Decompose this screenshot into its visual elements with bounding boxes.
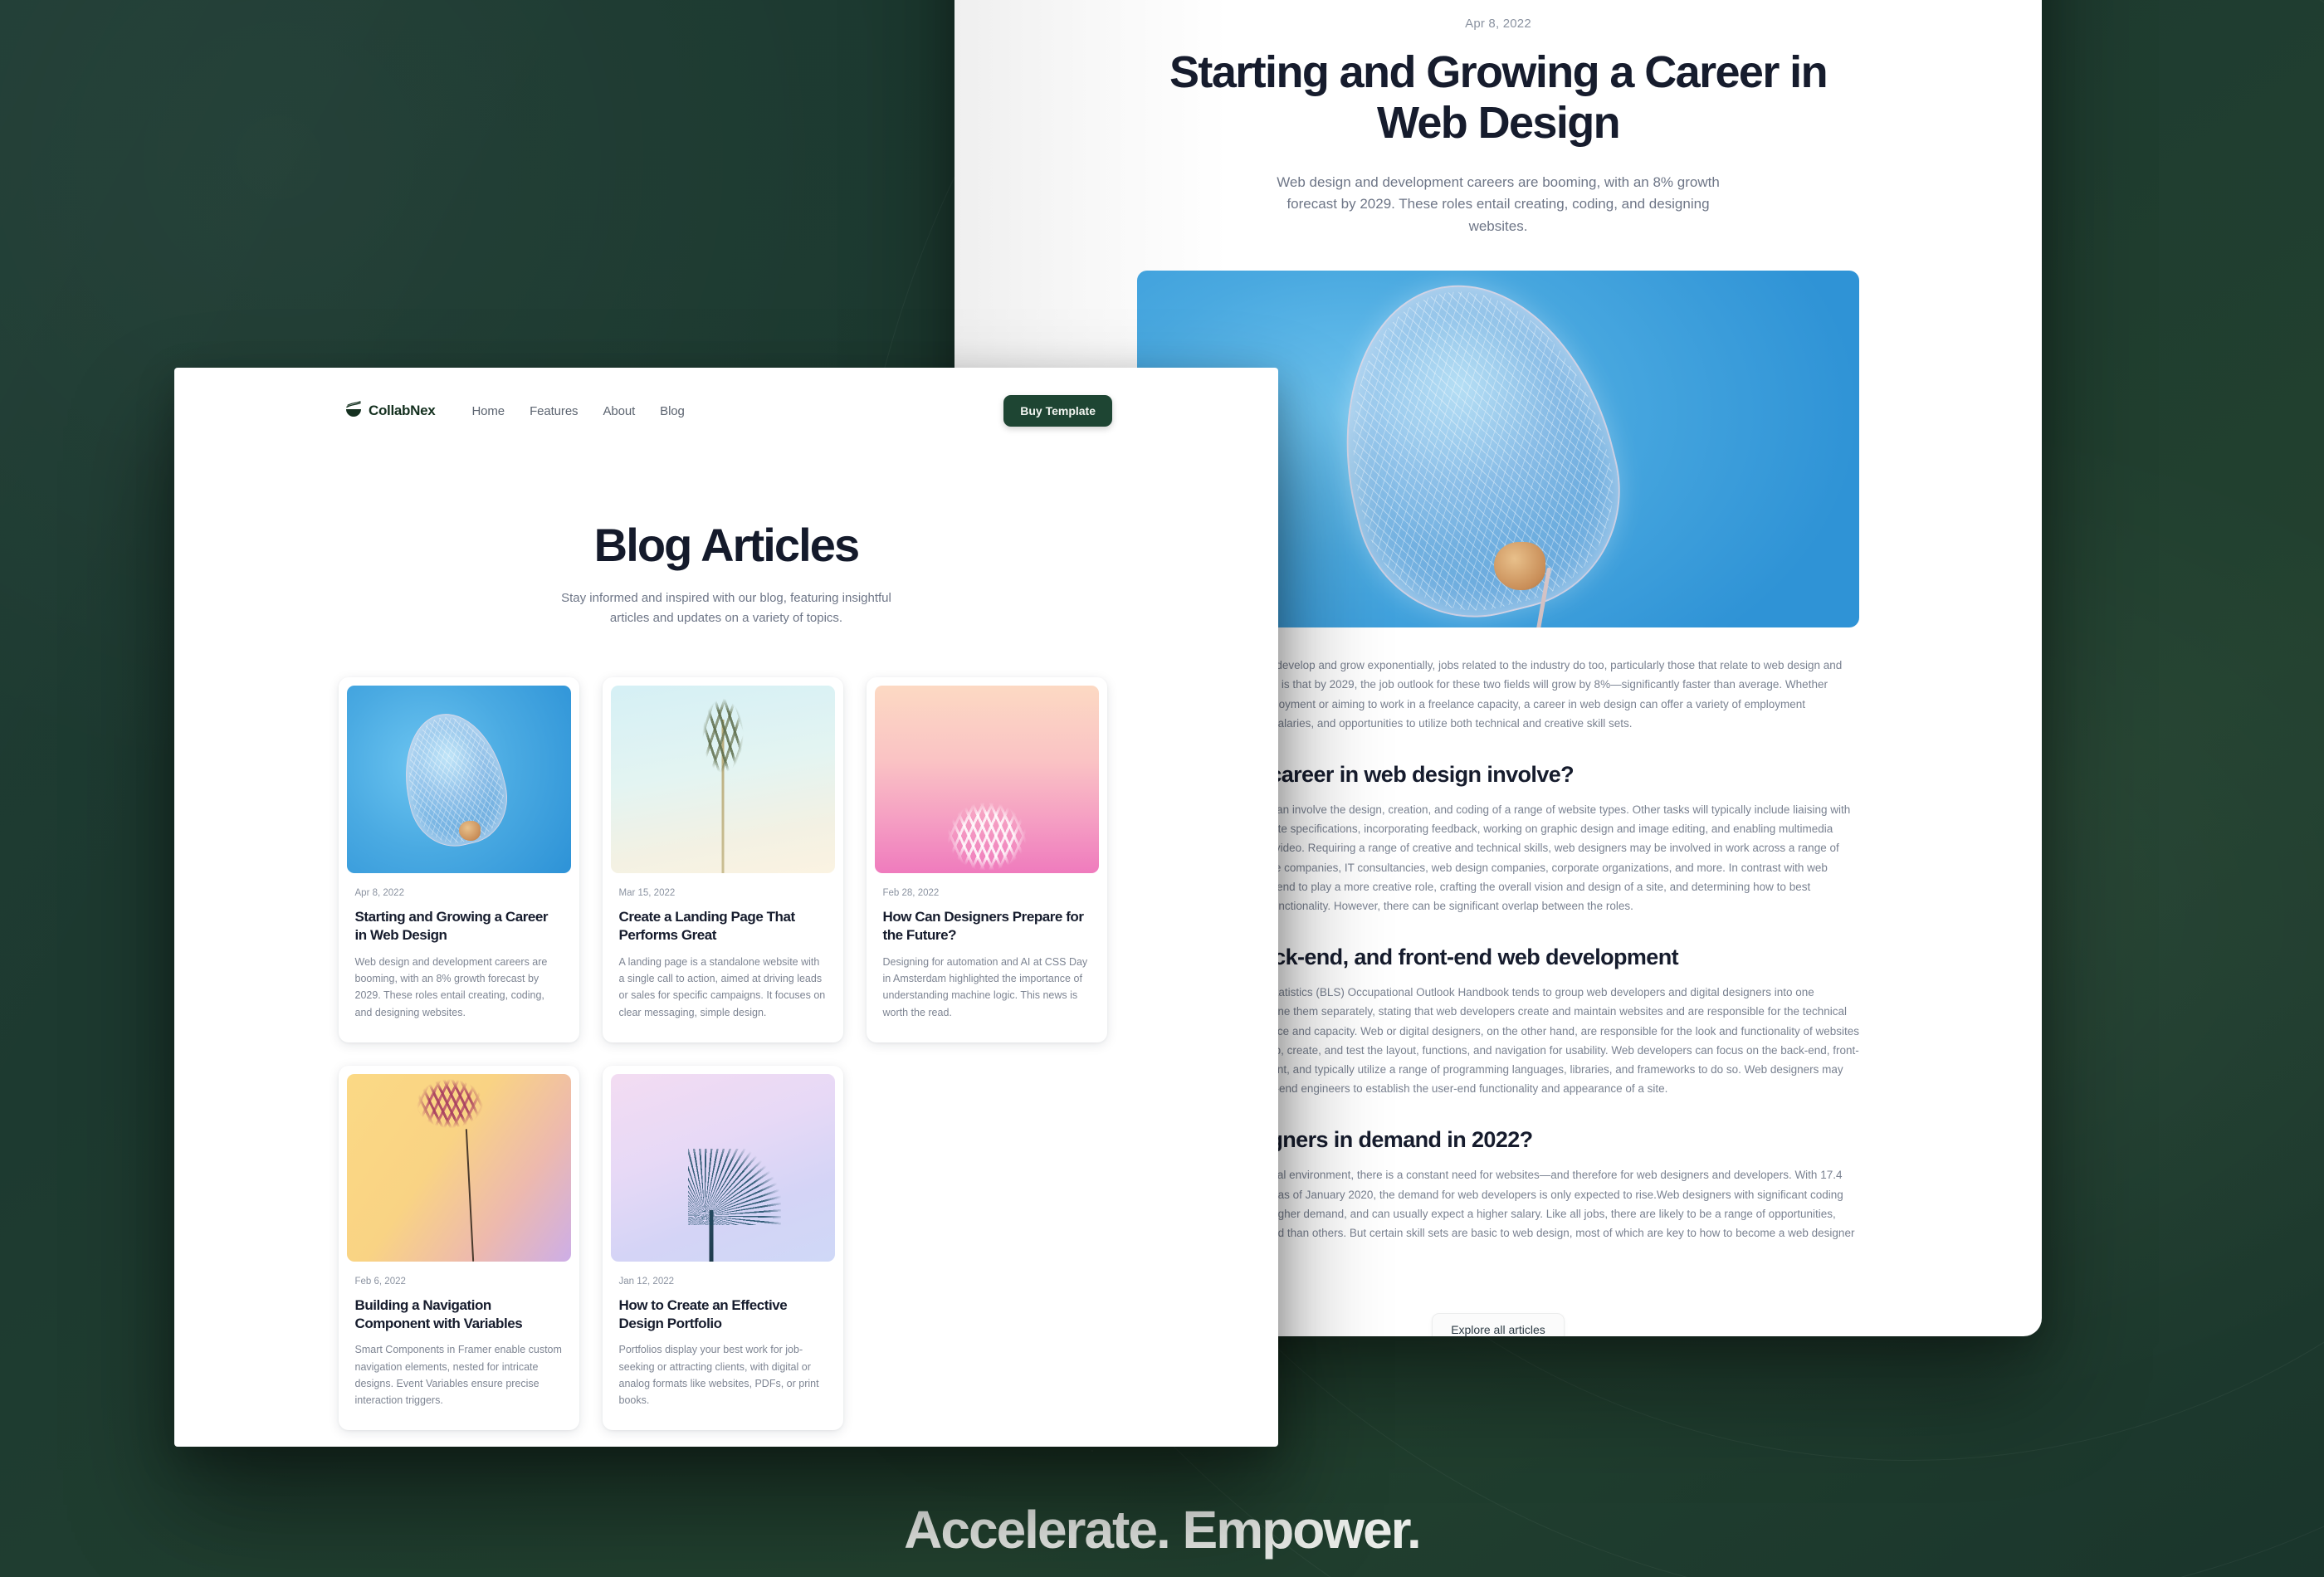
nav-link-blog[interactable]: Blog <box>660 404 685 418</box>
blog-card-description: Web design and development careers are b… <box>354 955 548 1018</box>
allium-head-shape <box>687 1148 781 1225</box>
seed-pod-shape <box>1307 271 1646 628</box>
nav-link-about[interactable]: About <box>603 404 635 418</box>
blog-page-title: Blog Articles <box>593 519 861 571</box>
blog-card-image-3 <box>346 1073 571 1262</box>
blog-card-image-0 <box>346 686 571 874</box>
article-title: Starting and Growing a Career in Web Des… <box>1169 47 1828 149</box>
blog-card[interactable]: Mar 15, 2022 Create a Landing Page That … <box>602 677 843 1042</box>
blog-card-description: Designing for automation and AI at CSS D… <box>882 955 1088 1018</box>
pale-fern-shape <box>936 790 1037 871</box>
blog-card-body: Feb 6, 2022 Building a Navigation Compon… <box>347 1262 571 1409</box>
seed-pod-bud <box>1494 541 1546 590</box>
blog-card-title: Building a Navigation Component with Var… <box>354 1296 523 1331</box>
blog-card-description: A landing page is a standalone website w… <box>618 955 826 1018</box>
blog-card-body: Apr 8, 2022 Starting and Growing a Caree… <box>347 873 571 1021</box>
blog-list-window: CollabNex Home Features About Blog Buy T… <box>174 368 1278 1447</box>
site-navbar: CollabNex Home Features About Blog Buy T… <box>174 368 1278 427</box>
explore-all-articles-button[interactable]: Explore all articles <box>1432 1313 1565 1336</box>
curved-stem-shape <box>465 1128 475 1262</box>
plant-foliage-shape <box>694 696 749 788</box>
blog-card-image-2 <box>874 686 1099 874</box>
blog-card-date: Apr 8, 2022 <box>354 888 404 899</box>
blog-card-body: Mar 15, 2022 Create a Landing Page That … <box>611 873 835 1021</box>
seed-pod-bud <box>459 821 481 842</box>
blog-card[interactable]: Jan 12, 2022 How to Create an Effective … <box>602 1065 843 1431</box>
brand-name: CollabNex <box>369 403 436 418</box>
blog-card-date: Jan 12, 2022 <box>618 1276 675 1286</box>
blog-card-title: Create a Landing Page That Performs Grea… <box>618 909 796 944</box>
article-subtitle: Web design and development careers are b… <box>1277 174 1720 234</box>
blog-card-image-1 <box>610 686 835 874</box>
blog-card[interactable]: Apr 8, 2022 Starting and Growing a Caree… <box>338 677 579 1042</box>
blog-card[interactable]: Feb 28, 2022 How Can Designers Prepare f… <box>866 677 1107 1042</box>
blog-card[interactable]: Feb 6, 2022 Building a Navigation Compon… <box>338 1065 579 1431</box>
blog-card-date: Mar 15, 2022 <box>618 888 676 899</box>
nav-link-home[interactable]: Home <box>471 404 505 418</box>
blog-page-subtitle: Stay informed and inspired with our blog… <box>561 591 891 625</box>
blog-card-grid: Apr 8, 2022 Starting and Growing a Caree… <box>338 677 1115 1431</box>
blog-card-title: How Can Designers Prepare for the Future… <box>882 909 1084 944</box>
blog-card-title: How to Create an Effective Design Portfo… <box>618 1296 788 1331</box>
blog-page-header: Blog Articles Stay informed and inspired… <box>174 518 1278 627</box>
blog-card-body: Feb 28, 2022 How Can Designers Prepare f… <box>875 873 1099 1021</box>
blog-card-date: Feb 6, 2022 <box>354 1276 406 1286</box>
nav-link-features[interactable]: Features <box>530 404 579 418</box>
brand-logo[interactable]: CollabNex <box>344 400 436 422</box>
blog-card-title: Starting and Growing a Career in Web Des… <box>354 909 549 944</box>
desktop-canvas: Apr 8, 2022 Starting and Growing a Caree… <box>0 0 2324 1577</box>
buy-template-button[interactable]: Buy Template <box>1003 395 1112 427</box>
footer-tagline: Accelerate. Empower. <box>904 1500 1422 1560</box>
blog-card-description: Portfolios display your best work for jo… <box>618 1344 819 1407</box>
article-date: Apr 8, 2022 <box>1465 17 1531 31</box>
blog-card-description: Smart Components in Framer enable custom… <box>354 1344 562 1407</box>
bowl-logo-icon <box>344 400 363 422</box>
red-fern-shape <box>409 1077 490 1132</box>
blog-card-image-4 <box>610 1073 835 1262</box>
blog-card-date: Feb 28, 2022 <box>882 888 940 899</box>
blog-card-body: Jan 12, 2022 How to Create an Effective … <box>611 1262 835 1409</box>
seed-pod-shape <box>391 704 517 856</box>
